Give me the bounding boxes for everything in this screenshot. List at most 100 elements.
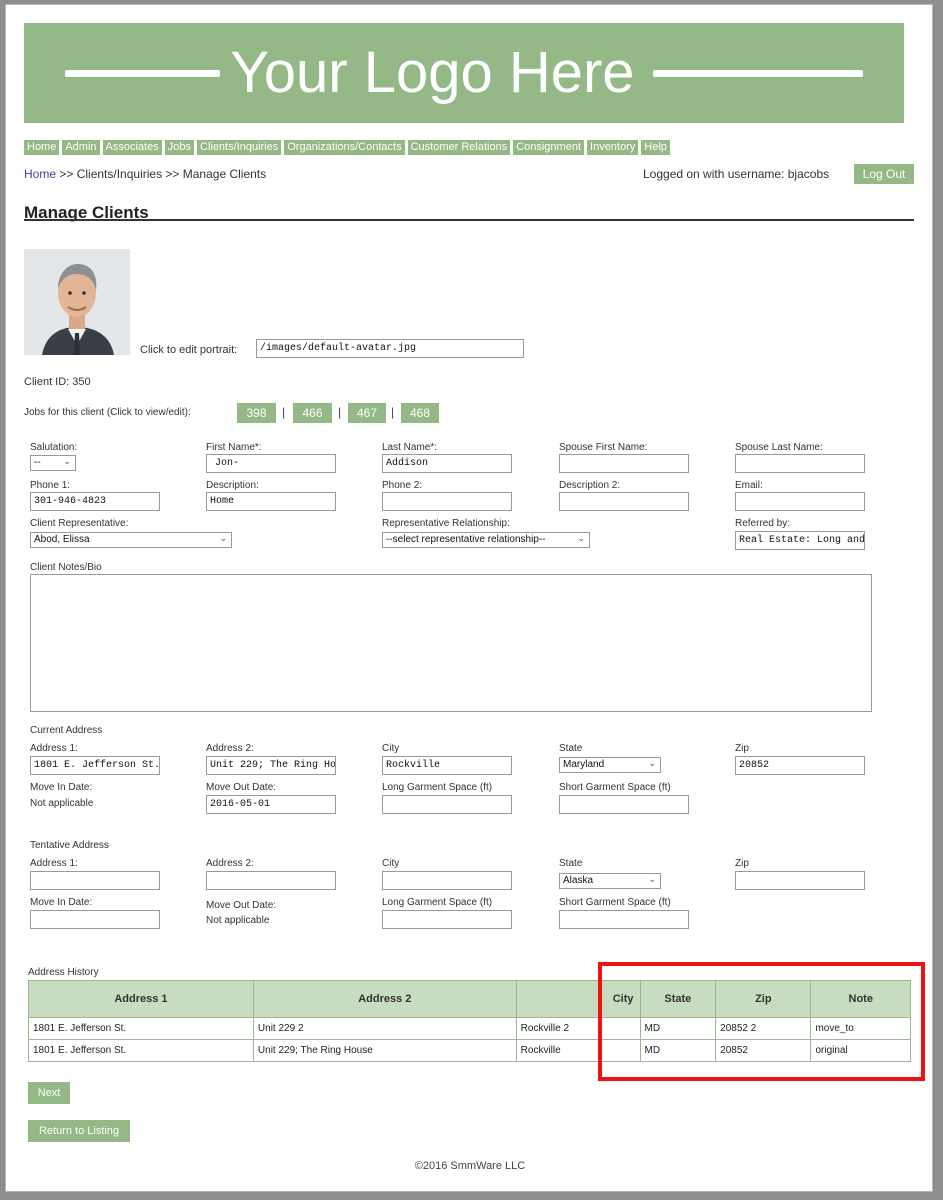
current-zip-label: Zip bbox=[735, 743, 749, 754]
client-portrait[interactable] bbox=[24, 249, 130, 355]
logo-line-left bbox=[65, 69, 221, 77]
notes-label: Client Notes/Bio bbox=[30, 562, 102, 573]
chevron-down-icon: ⌄ bbox=[219, 533, 227, 543]
job-separator: | bbox=[338, 405, 342, 419]
nav-associates[interactable]: Associates bbox=[102, 140, 162, 155]
tentative-short-garment-label: Short Garment Space (ft) bbox=[559, 897, 671, 908]
logo-line-right bbox=[652, 69, 863, 77]
cell-address2: Unit 229; The Ring House bbox=[252, 1039, 517, 1062]
cell-address2: Unit 229 2 bbox=[252, 1017, 517, 1040]
nav-organizations-contacts[interactable]: Organizations/Contacts bbox=[284, 140, 405, 155]
current-city-label: City bbox=[382, 743, 400, 754]
next-button[interactable]: Next bbox=[28, 1082, 70, 1104]
nav-consignment[interactable]: Consignment bbox=[513, 140, 585, 155]
job-link-466[interactable]: 466 bbox=[293, 403, 332, 423]
current-address-heading: Current Address bbox=[30, 725, 103, 736]
nav-admin[interactable]: Admin bbox=[62, 140, 100, 155]
chevron-down-icon: ⌄ bbox=[648, 874, 656, 884]
spouse-last-name-label: Spouse Last Name: bbox=[735, 442, 823, 453]
current-address1-input[interactable]: 1801 E. Jefferson St. bbox=[30, 756, 160, 775]
current-address2-label: Address 2: bbox=[206, 743, 254, 754]
tentative-address2-input[interactable] bbox=[206, 871, 336, 890]
spouse-first-name-input[interactable] bbox=[559, 454, 689, 473]
salutation-select[interactable]: -- ⌄ bbox=[30, 455, 76, 471]
referred-by-label: Referred by: bbox=[735, 518, 791, 529]
job-link-398[interactable]: 398 bbox=[237, 403, 276, 423]
description-input[interactable]: Home bbox=[206, 492, 336, 511]
current-short-garment-input[interactable] bbox=[559, 795, 689, 814]
chevron-down-icon: ⌄ bbox=[577, 533, 585, 543]
logo-text: Your Logo Here bbox=[230, 40, 635, 105]
breadcrumb: Home >> Clients/Inquiries >> Manage Clie… bbox=[24, 167, 266, 181]
email-input[interactable] bbox=[735, 492, 865, 511]
salutation-label: Salutation: bbox=[30, 442, 78, 453]
spouse-last-name-input[interactable] bbox=[735, 454, 865, 473]
tentative-city-label: City bbox=[382, 858, 400, 869]
current-state-value: Maryland bbox=[563, 759, 605, 770]
breadcrumb-home-link[interactable]: Home bbox=[24, 167, 56, 181]
phone1-label: Phone 1: bbox=[30, 480, 71, 491]
job-separator: | bbox=[391, 405, 395, 419]
tentative-move-in-label: Move In Date: bbox=[30, 897, 93, 908]
current-move-in-value: Not applicable bbox=[30, 798, 94, 809]
last-name-label: Last Name*: bbox=[382, 442, 438, 453]
current-move-out-input[interactable]: 2016-05-01 bbox=[206, 795, 336, 814]
tentative-zip-input[interactable] bbox=[735, 871, 865, 890]
referred-by-input[interactable]: Real Estate: Long and Fo bbox=[735, 531, 865, 550]
nav-help[interactable]: Help bbox=[641, 140, 670, 155]
current-long-garment-label: Long Garment Space (ft) bbox=[382, 782, 493, 793]
tentative-zip-label: Zip bbox=[735, 858, 749, 869]
job-link-468[interactable]: 468 bbox=[401, 403, 439, 423]
notes-textarea[interactable] bbox=[30, 574, 872, 712]
logged-on-text: Logged on with username: bjacobs bbox=[643, 167, 830, 181]
current-address1-label: Address 1: bbox=[30, 743, 78, 754]
main-nav: Home Admin Associates Jobs Clients/Inqui… bbox=[24, 140, 670, 155]
job-separator: | bbox=[282, 405, 286, 419]
phone1-input[interactable]: 301-946-4823 bbox=[30, 492, 160, 511]
last-name-input[interactable]: Addison bbox=[382, 454, 512, 473]
nav-jobs[interactable]: Jobs bbox=[164, 140, 194, 155]
salutation-value: -- bbox=[34, 457, 41, 468]
current-zip-input[interactable]: 20852 bbox=[735, 756, 865, 775]
nav-customer-relations[interactable]: Customer Relations bbox=[407, 140, 511, 155]
tentative-short-garment-input[interactable] bbox=[559, 910, 689, 929]
client-rep-label: Client Representative: bbox=[30, 518, 129, 529]
current-state-select[interactable]: Maryland ⌄ bbox=[559, 757, 661, 773]
job-link-467[interactable]: 467 bbox=[348, 403, 386, 423]
client-rep-select[interactable]: Abod, Elissa ⌄ bbox=[30, 532, 232, 548]
current-long-garment-input[interactable] bbox=[382, 795, 512, 814]
cell-address1: 1801 E. Jefferson St. bbox=[28, 1039, 254, 1062]
first-name-input[interactable]: Jon- bbox=[206, 454, 336, 473]
highlight-box bbox=[598, 962, 925, 1081]
nav-clients-inquiries[interactable]: Clients/Inquiries bbox=[196, 140, 282, 155]
breadcrumb-trail: >> Clients/Inquiries >> Manage Clients bbox=[56, 167, 267, 181]
footer-copyright: ©2016 SmmWare LLC bbox=[414, 1160, 526, 1172]
rep-relationship-label: Representative Relationship: bbox=[382, 518, 510, 529]
spouse-first-name-label: Spouse First Name: bbox=[559, 442, 648, 453]
tentative-move-in-input[interactable] bbox=[30, 910, 160, 929]
return-to-listing-button[interactable]: Return to Listing bbox=[28, 1120, 130, 1142]
nav-home[interactable]: Home bbox=[24, 140, 60, 155]
tentative-address1-input[interactable] bbox=[30, 871, 160, 890]
tentative-state-select[interactable]: Alaska ⌄ bbox=[559, 873, 661, 889]
portrait-path-input[interactable]: /images/default-avatar.jpg bbox=[256, 339, 524, 358]
chevron-down-icon: ⌄ bbox=[648, 758, 656, 768]
current-city-input[interactable]: Rockville bbox=[382, 756, 512, 775]
nav-inventory[interactable]: Inventory bbox=[587, 140, 639, 155]
rep-relationship-value: --select representative relationship-- bbox=[386, 534, 546, 545]
logout-button[interactable]: Log Out bbox=[854, 164, 914, 184]
phone2-input[interactable] bbox=[382, 492, 512, 511]
phone2-label: Phone 2: bbox=[382, 480, 423, 491]
tentative-city-input[interactable] bbox=[382, 871, 512, 890]
tentative-long-garment-input[interactable] bbox=[382, 910, 512, 929]
rep-relationship-select[interactable]: --select representative relationship-- ⌄ bbox=[382, 532, 590, 548]
logo-banner: Your Logo Here bbox=[24, 23, 904, 123]
current-short-garment-label: Short Garment Space (ft) bbox=[559, 782, 671, 793]
page: Your Logo Here Home Admin Associates Job… bbox=[5, 4, 933, 1192]
tentative-state-label: State bbox=[559, 858, 583, 869]
tentative-address2-label: Address 2: bbox=[206, 858, 254, 869]
description-label: Description: bbox=[206, 480, 259, 491]
cell-address1: 1801 E. Jefferson St. bbox=[28, 1017, 254, 1040]
current-address2-input[interactable]: Unit 229; The Ring House bbox=[206, 756, 336, 775]
description2-input[interactable] bbox=[559, 492, 689, 511]
